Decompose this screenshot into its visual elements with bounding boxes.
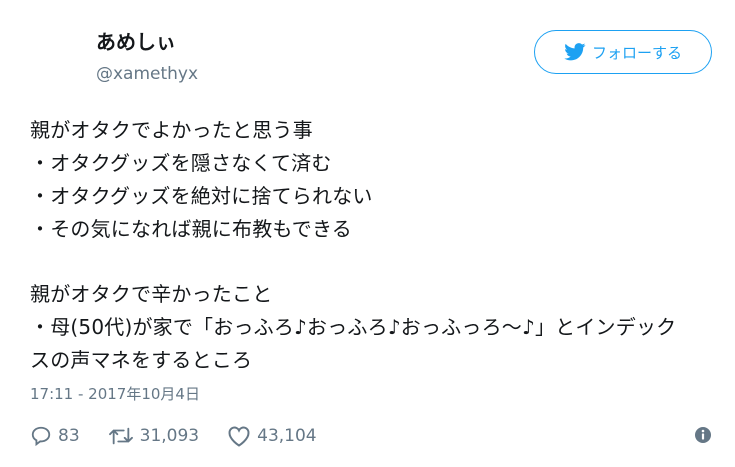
tweet-line: ・オタクグッズを隠さなくて済む (30, 151, 332, 175)
tweet-line: ・オタクグッズを絶対に捨てられない (30, 184, 373, 208)
retweet-count: 31,093 (139, 426, 200, 446)
follow-button-label: フォローする (591, 43, 682, 62)
tweet-timestamp[interactable]: 17:11 - 2017年10月4日 (30, 384, 200, 404)
follow-button[interactable]: フォローする (534, 30, 712, 74)
tweet-line: ・母(50代)が家で「おっふろ♪おっふろ♪おっふっろ～♪」とインデック (30, 315, 677, 339)
reply-button[interactable]: 83 (30, 425, 80, 447)
reply-icon (31, 426, 51, 447)
tweet-actions: 83 31,093 43,104 (30, 424, 345, 448)
tweet-line: スの声マネをするところ (30, 348, 253, 372)
tweet-header: あめしぃ @xamethyx (96, 28, 198, 86)
heart-icon (228, 426, 250, 447)
reply-count: 83 (58, 426, 80, 446)
tweet-line: 親がオタクでよかったと思う事 (30, 118, 313, 142)
info-icon[interactable] (694, 426, 712, 444)
like-count: 43,104 (257, 426, 317, 446)
tweet-line: ・その気になれば親に布教もできる (30, 217, 352, 241)
user-handle[interactable]: @xamethyx (96, 62, 198, 86)
twitter-bird-icon (564, 43, 586, 61)
retweet-icon (108, 427, 133, 445)
tweet-line: 親がオタクで辛かったこと (30, 282, 273, 306)
retweet-button[interactable]: 31,093 (108, 425, 199, 447)
display-name[interactable]: あめしぃ (96, 28, 198, 56)
like-button[interactable]: 43,104 (227, 425, 317, 447)
tweet-text: 親がオタクでよかったと思う事 ・オタクグッズを隠さなくて済む ・オタクグッズを絶… (30, 114, 720, 377)
